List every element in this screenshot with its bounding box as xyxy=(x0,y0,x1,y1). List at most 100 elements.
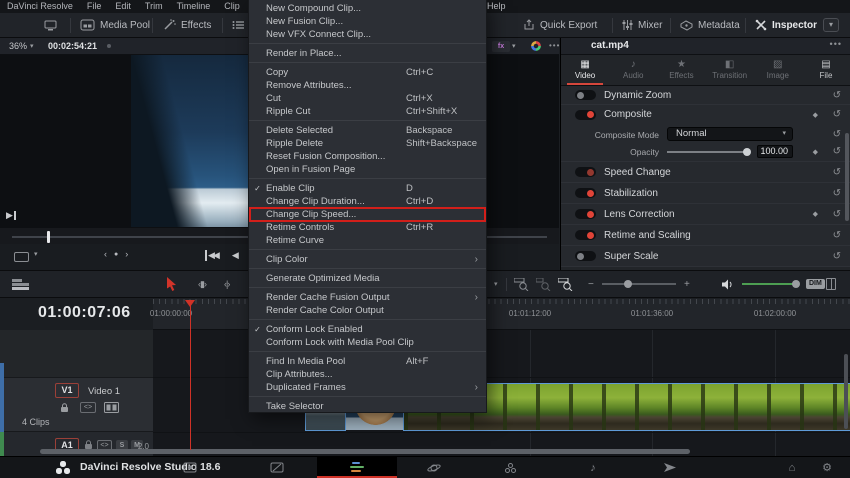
inspector-section-speed-change[interactable]: Speed Change ↺ xyxy=(561,162,850,183)
toggle-switch[interactable] xyxy=(575,167,596,177)
inspector-section-composite[interactable]: Composite ◆ ↺ xyxy=(561,105,850,124)
volume-slider[interactable] xyxy=(742,280,800,288)
context-menu-item-clip-color[interactable]: Clip Color › xyxy=(249,253,486,266)
menu-clip[interactable]: Clip xyxy=(217,0,247,13)
context-menu-item-conform-lock-with-media-pool-clip[interactable]: Conform Lock with Media Pool Clip xyxy=(249,336,486,349)
viewer-zoom-select[interactable]: 36% ▾ xyxy=(9,38,34,54)
mixer-button[interactable]: Mixer xyxy=(622,13,662,37)
next-frame-button[interactable]: › xyxy=(125,249,128,259)
context-menu-item-conform-lock-enabled[interactable]: ✓ Conform Lock Enabled xyxy=(249,323,486,336)
timeline-panels-icon[interactable] xyxy=(826,278,836,290)
opacity-value-field[interactable]: 100.00 xyxy=(757,145,793,158)
dim-button[interactable]: DIM xyxy=(806,279,825,289)
video-track-badge[interactable]: V1 xyxy=(55,383,79,398)
tab-audio[interactable]: ♪ Audio xyxy=(609,55,657,85)
volume-slider-handle[interactable] xyxy=(792,280,800,288)
context-menu-item-clip-attributes[interactable]: Clip Attributes... xyxy=(249,368,486,381)
context-menu-item-find-in-media-pool[interactable]: Find In Media Pool Alt+F xyxy=(249,355,486,368)
keyframe-icon[interactable]: ◆ xyxy=(813,210,818,218)
page-home-button[interactable]: ⌂ xyxy=(772,457,812,478)
safe-area-button[interactable] xyxy=(14,252,29,262)
tab-image[interactable]: ▨ Image xyxy=(754,55,802,85)
reset-icon[interactable]: ↺ xyxy=(833,209,841,220)
panel-expand-button[interactable]: ▾ xyxy=(823,18,839,32)
skip-forward-icon[interactable]: ▶ xyxy=(6,211,16,220)
metadata-button[interactable]: Metadata xyxy=(680,13,740,37)
trim-edit-mode-button[interactable]: ‹▮› xyxy=(198,271,207,297)
prev-frame-button[interactable]: ‹ xyxy=(104,249,107,259)
context-menu-item-take-selector[interactable]: Take Selector xyxy=(249,400,486,413)
toggle-switch[interactable] xyxy=(575,109,596,120)
zoom-custom-button[interactable] xyxy=(558,271,573,297)
context-menu-item-cut[interactable]: Cut Ctrl+X xyxy=(249,92,486,105)
timeline-view-options-button[interactable] xyxy=(12,271,30,297)
chevron-down-icon[interactable]: ▾ xyxy=(494,271,498,297)
page-fairlight-tab[interactable]: ♪ xyxy=(573,457,613,478)
fx-badge-button[interactable]: fx xyxy=(492,41,510,52)
zoom-slider-handle[interactable] xyxy=(624,280,632,288)
effects-button[interactable]: Effects xyxy=(163,13,211,37)
page-cut-tab[interactable] xyxy=(257,457,297,478)
inspector-options-button[interactable]: ••• xyxy=(830,39,842,49)
lock-icon[interactable] xyxy=(60,403,69,413)
inspector-section-stabilization[interactable]: Stabilization ↺ xyxy=(561,183,850,204)
stop-button[interactable]: ● xyxy=(114,251,118,258)
context-menu-item-ripple-cut[interactable]: Ripple Cut Ctrl+Shift+X xyxy=(249,105,486,118)
context-menu-item-copy[interactable]: Copy Ctrl+C xyxy=(249,66,486,79)
reset-icon[interactable]: ↺ xyxy=(833,188,841,199)
reset-icon[interactable]: ↺ xyxy=(833,167,841,178)
auto-track-selector-icon[interactable]: <> xyxy=(80,402,96,413)
context-menu-item-retime-controls[interactable]: Retime Controls Ctrl+R xyxy=(249,221,486,234)
quick-export-button[interactable]: Quick Export xyxy=(523,13,597,37)
reset-icon[interactable]: ↺ xyxy=(833,109,841,120)
context-menu-item-open-in-fusion-page[interactable]: Open in Fusion Page xyxy=(249,163,486,176)
context-menu-item-render-cache-color-output[interactable]: Render Cache Color Output xyxy=(249,304,486,317)
inspector-section-retime-and-scaling[interactable]: Retime and Scaling ↺ xyxy=(561,225,850,246)
context-menu-item-new-compound-clip[interactable]: New Compound Clip... xyxy=(249,2,486,15)
menu-help[interactable]: Help xyxy=(487,0,506,13)
audio-track-header-a1[interactable]: A1 <> S M 2.0 xyxy=(0,432,153,459)
scrub-handle[interactable] xyxy=(47,231,50,243)
tab-transition[interactable]: ◧ Transition xyxy=(706,55,754,85)
menu-timeline[interactable]: Timeline xyxy=(170,0,218,13)
page-fusion-tab[interactable] xyxy=(414,457,454,478)
toggle-switch[interactable] xyxy=(575,209,596,219)
film-strip-icon[interactable] xyxy=(104,402,119,413)
menu-davinci-resolve[interactable]: DaVinci Resolve xyxy=(0,0,80,13)
context-menu-item-delete-selected[interactable]: Delete Selected Backspace xyxy=(249,124,486,137)
context-menu-item-remove-attributes[interactable]: Remove Attributes... xyxy=(249,79,486,92)
context-menu-item-render-cache-fusion-output[interactable]: Render Cache Fusion Output › xyxy=(249,291,486,304)
inspector-section-super-scale[interactable]: Super Scale ↺ xyxy=(561,246,850,267)
menu-edit[interactable]: Edit xyxy=(108,0,138,13)
play-reverse-button[interactable]: ◀ xyxy=(232,250,239,261)
timeline-horizontal-scrollbar[interactable] xyxy=(40,449,690,454)
page-media-tab[interactable] xyxy=(170,457,210,478)
context-menu-item-new-vfx-connect-clip[interactable]: New VFX Connect Clip... xyxy=(249,28,486,41)
dynamic-trim-mode-button[interactable]: ‹|› xyxy=(224,271,230,297)
context-menu-item-new-fusion-clip[interactable]: New Fusion Clip... xyxy=(249,15,486,28)
inspector-section-lens-correction[interactable]: Lens Correction ◆ ↺ xyxy=(561,204,850,225)
zoom-full-extent-button[interactable] xyxy=(514,271,529,297)
toggle-switch[interactable] xyxy=(575,251,596,261)
context-menu-item-ripple-delete[interactable]: Ripple Delete Shift+Backspace xyxy=(249,137,486,150)
opacity-slider[interactable] xyxy=(667,148,751,156)
timeline-zoom-slider[interactable] xyxy=(602,280,676,288)
context-menu-item-render-in-place[interactable]: Render in Place... xyxy=(249,47,486,60)
media-pool-button[interactable]: Media Pool xyxy=(80,13,150,37)
context-menu-item-generate-optimized-media[interactable]: Generate Optimized Media xyxy=(249,272,486,285)
composite-mode-dropdown[interactable]: Normal ▾ xyxy=(667,127,793,141)
reset-icon[interactable]: ↺ xyxy=(833,230,841,241)
playhead[interactable] xyxy=(190,300,191,450)
zoom-out-button[interactable]: − xyxy=(588,271,594,297)
playhead-handle[interactable] xyxy=(185,300,195,307)
speaker-icon[interactable] xyxy=(722,271,734,297)
menu-file[interactable]: File xyxy=(80,0,109,13)
inspector-scrollbar[interactable] xyxy=(845,133,849,221)
context-menu-item-reset-fusion-composition[interactable]: Reset Fusion Composition... xyxy=(249,150,486,163)
inspector-section-dynamic-zoom[interactable]: Dynamic Zoom ↺ xyxy=(561,86,850,105)
go-to-start-button[interactable]: ◀◀ xyxy=(205,250,220,261)
keyframe-icon[interactable]: ◆ xyxy=(813,111,818,119)
reset-icon[interactable]: ↺ xyxy=(833,251,841,262)
toggle-switch[interactable] xyxy=(575,230,596,240)
toggle-switch[interactable] xyxy=(575,188,596,198)
